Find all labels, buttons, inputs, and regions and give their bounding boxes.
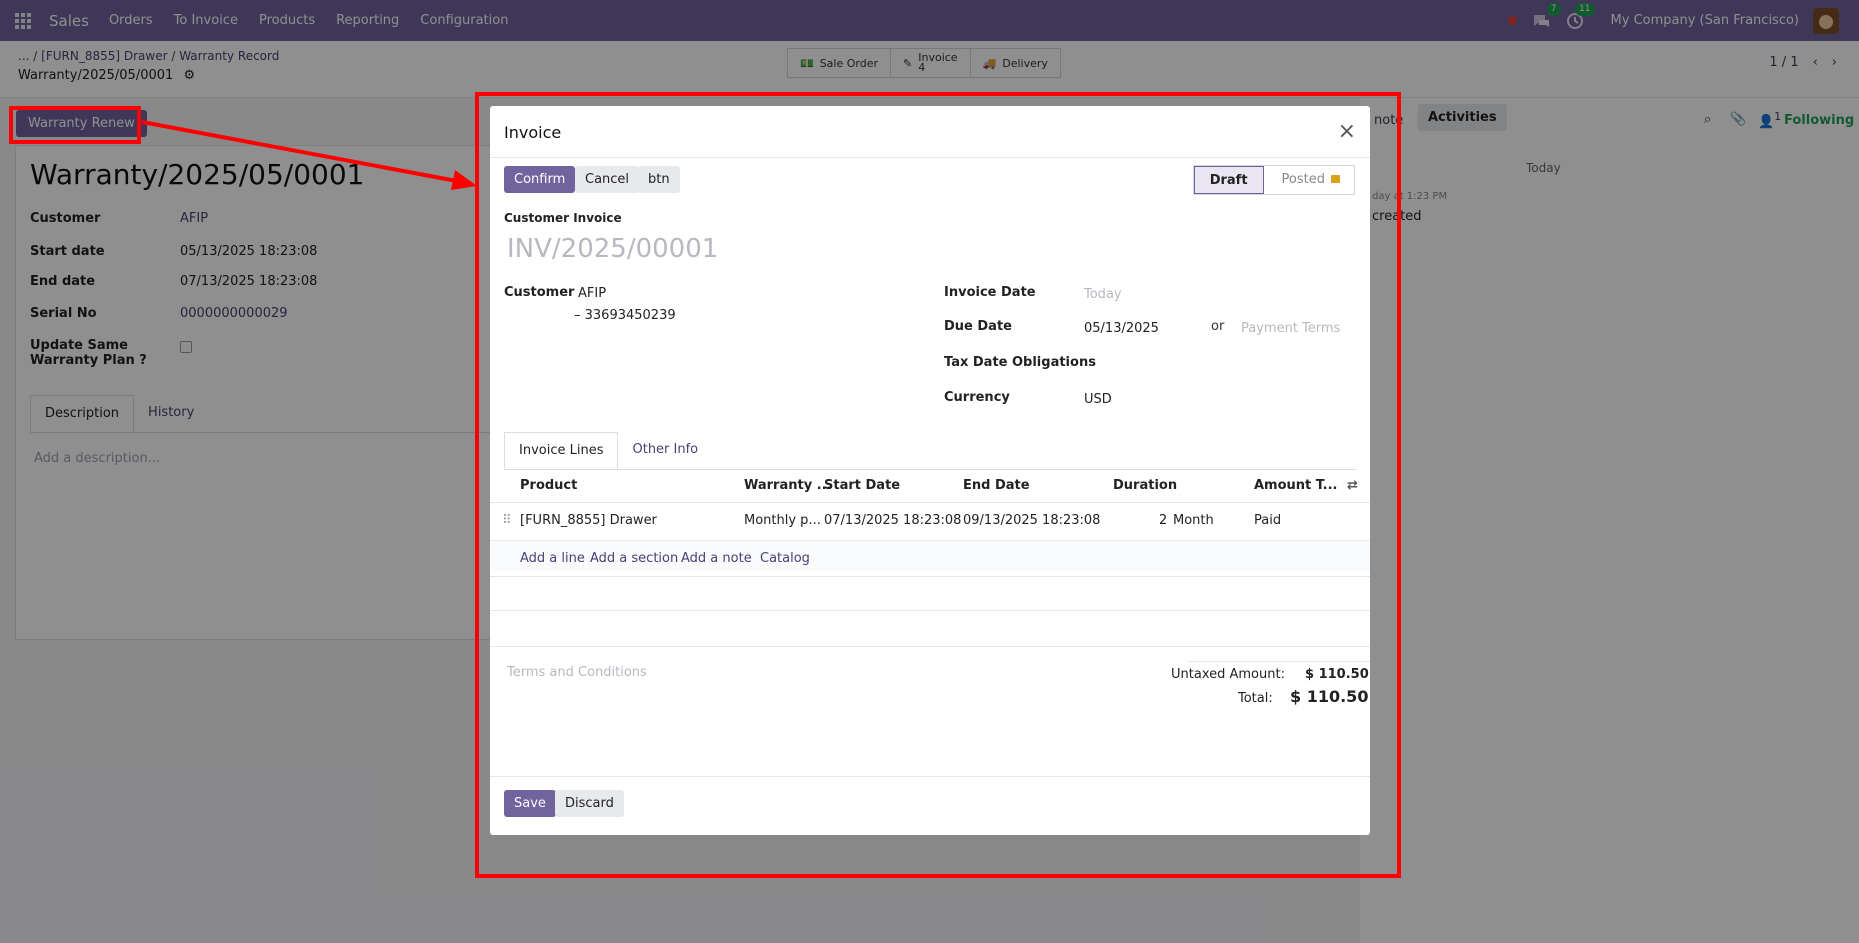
annotation-box-dialog — [475, 92, 1401, 878]
annotation-arrow-icon — [141, 120, 477, 190]
annotation-box-renew — [9, 106, 141, 144]
